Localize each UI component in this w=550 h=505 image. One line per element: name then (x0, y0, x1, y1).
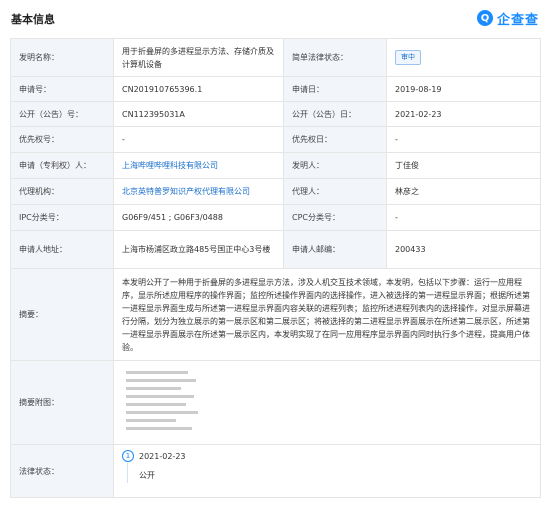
abstract-text: 本发明公开了一种用于折叠屏的多进程显示方法，涉及人机交互技术领域，本发明，包括以… (122, 277, 530, 352)
agency-cell: 北京英特普罗知识产权代理有限公司 (113, 178, 284, 205)
agent-value: 林彦之 (386, 178, 541, 205)
postcode-label: 申请人邮编： (283, 230, 387, 269)
patent-info-table: 发明名称： 用于折叠屏的多进程显示方法、存储介质及计算机设备 简单法律状态： 审… (10, 38, 541, 498)
brand-name: 企查查 (496, 12, 539, 28)
priority-no-value: - (113, 126, 284, 153)
agent-label: 代理人： (283, 178, 387, 205)
cpc-value: - (386, 204, 541, 231)
priority-date-value: - (386, 126, 541, 153)
cpc-label: CPC分类号： (283, 204, 387, 231)
invention-name-label: 发明名称： (10, 38, 114, 77)
table-row: 发明名称： 用于折叠屏的多进程显示方法、存储介质及计算机设备 简单法律状态： 审… (10, 38, 541, 77)
table-row: 申请号： CN201910765396.1 申请日： 2019-08-19 (10, 76, 541, 102)
figure-label: 摘要附图： (10, 360, 114, 445)
table-row: 代理机构： 北京英特普罗知识产权代理有限公司 代理人： 林彦之 (10, 178, 541, 205)
table-row: 优先权号： - 优先权日： - (10, 126, 541, 153)
timeline-status: 公开 (139, 471, 155, 480)
inventor-label: 发明人： (283, 152, 387, 179)
figure-cell (113, 360, 541, 445)
app-date-label: 申请日： (283, 76, 387, 102)
legal-cell: 1 2021-02-23 公开 (113, 444, 541, 498)
pub-no-label: 公开（公告）号： (10, 101, 114, 127)
abstract-label: 摘要： (10, 268, 114, 361)
applicant-label: 申请（专利权）人： (10, 152, 114, 179)
section-header: 基本信息 Q 企查查 (0, 0, 550, 36)
legal-label: 法律状态： (10, 444, 114, 498)
app-date-value: 2019-08-19 (386, 76, 541, 102)
pub-date-value: 2021-02-23 (386, 101, 541, 127)
abstract-cell: 本发明公开了一种用于折叠屏的多进程显示方法，涉及人机交互技术领域，本发明，包括以… (113, 268, 541, 361)
patent-info-page: 基本信息 Q 企查查 发明名称： 用于折叠屏的多进程显示方法、存储介质及计算机设… (0, 0, 550, 505)
table-row: IPC分类号： G06F9/451 ; G06F3/0488 CPC分类号： - (10, 204, 541, 231)
priority-date-label: 优先权日： (283, 126, 387, 153)
legal-timeline: 1 2021-02-23 公开 (122, 445, 532, 497)
timeline-date: 2021-02-23 (139, 452, 186, 461)
abstract-figure-image[interactable] (122, 368, 207, 438)
app-no-value: CN201910765396.1 (113, 76, 284, 102)
agency-link[interactable]: 北京英特普罗知识产权代理有限公司 (122, 187, 250, 196)
ipc-label: IPC分类号： (10, 204, 114, 231)
status-badge: 审中 (395, 50, 421, 65)
applicant-cell: 上海哔哩哔哩科技有限公司 (113, 152, 284, 179)
table-row: 摘要附图： (10, 360, 541, 445)
priority-no-label: 优先权号： (10, 126, 114, 153)
ipc-value: G06F9/451 ; G06F3/0488 (113, 204, 284, 231)
legal-status-brief-label: 简单法律状态： (283, 38, 387, 77)
invention-name-value: 用于折叠屏的多进程显示方法、存储介质及计算机设备 (113, 38, 284, 77)
applicant-link[interactable]: 上海哔哩哔哩科技有限公司 (122, 161, 218, 170)
address-value: 上海市杨浦区政立路485号国正中心3号楼 (113, 230, 284, 269)
table-row: 法律状态： 1 2021-02-23 公开 (10, 444, 541, 498)
qichacha-logo-icon: Q (476, 10, 493, 26)
table-row: 申请（专利权）人： 上海哔哩哔哩科技有限公司 发明人： 丁佳俊 (10, 152, 541, 179)
legal-status-brief-cell: 审中 (386, 38, 541, 77)
table-row: 公开（公告）号： CN112395031A 公开（公告）日： 2021-02-2… (10, 101, 541, 127)
timeline-step-marker: 1 (122, 450, 134, 462)
table-row: 申请人地址： 上海市杨浦区政立路485号国正中心3号楼 申请人邮编： 20043… (10, 230, 541, 269)
timeline-line (127, 463, 128, 483)
pub-date-label: 公开（公告）日： (283, 101, 387, 127)
address-label: 申请人地址： (10, 230, 114, 269)
pub-no-value: CN112395031A (113, 101, 284, 127)
postcode-value: 200433 (386, 230, 541, 269)
app-no-label: 申请号： (10, 76, 114, 102)
qichacha-logo[interactable]: Q 企查查 (476, 8, 539, 28)
section-title: 基本信息 (11, 13, 55, 26)
table-row: 摘要： 本发明公开了一种用于折叠屏的多进程显示方法，涉及人机交互技术领域，本发明… (10, 268, 541, 361)
inventor-value: 丁佳俊 (386, 152, 541, 179)
agency-label: 代理机构： (10, 178, 114, 205)
